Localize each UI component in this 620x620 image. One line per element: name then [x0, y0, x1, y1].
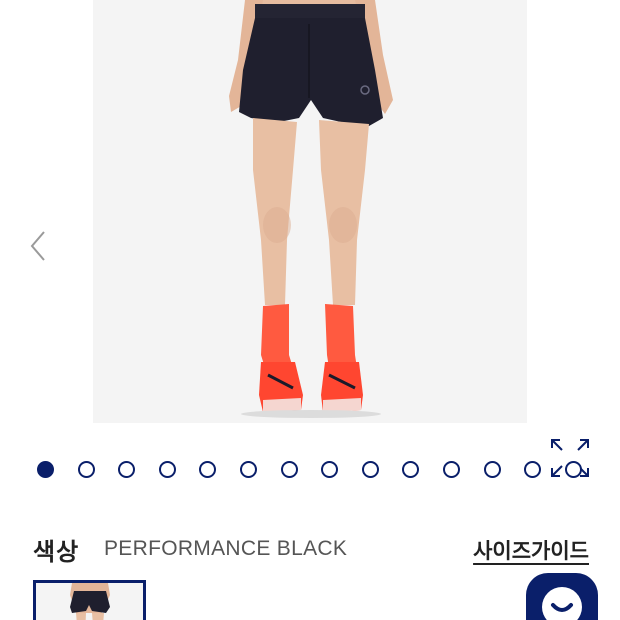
product-image-gallery[interactable] — [0, 0, 620, 425]
pagination-dot[interactable] — [564, 461, 582, 478]
size-guide-link[interactable]: 사이즈가이드 — [473, 535, 589, 565]
pagination-dot[interactable] — [321, 461, 339, 478]
chevron-left-icon[interactable] — [26, 226, 52, 266]
pagination-dot[interactable] — [118, 461, 136, 478]
pagination-dot[interactable] — [37, 461, 54, 478]
pagination-dot[interactable] — [158, 461, 176, 478]
chat-button[interactable] — [526, 573, 598, 620]
pagination-dot[interactable] — [240, 461, 257, 478]
pagination-dot[interactable] — [483, 461, 501, 478]
pagination-dot[interactable] — [443, 461, 460, 478]
gallery-pagination — [37, 461, 597, 479]
chat-bubble-icon — [542, 587, 582, 620]
pagination-dot[interactable] — [524, 461, 542, 478]
color-label: 색상 — [33, 539, 80, 566]
color-option-thumbnail[interactable] — [33, 580, 146, 620]
pagination-dot[interactable] — [199, 461, 217, 478]
pagination-dot[interactable] — [361, 461, 379, 478]
pagination-dot[interactable] — [280, 461, 298, 478]
color-row: 색상 PERFORMANCE BLACK 사이즈가이드 — [33, 530, 593, 570]
product-photo[interactable] — [93, 0, 527, 423]
product-detail-page: 색상 PERFORMANCE BLACK 사이즈가이드 — [0, 0, 620, 620]
color-value: PERFORMANCE BLACK — [104, 537, 348, 560]
pagination-dot[interactable] — [77, 461, 95, 478]
pagination-dot[interactable] — [402, 461, 420, 478]
